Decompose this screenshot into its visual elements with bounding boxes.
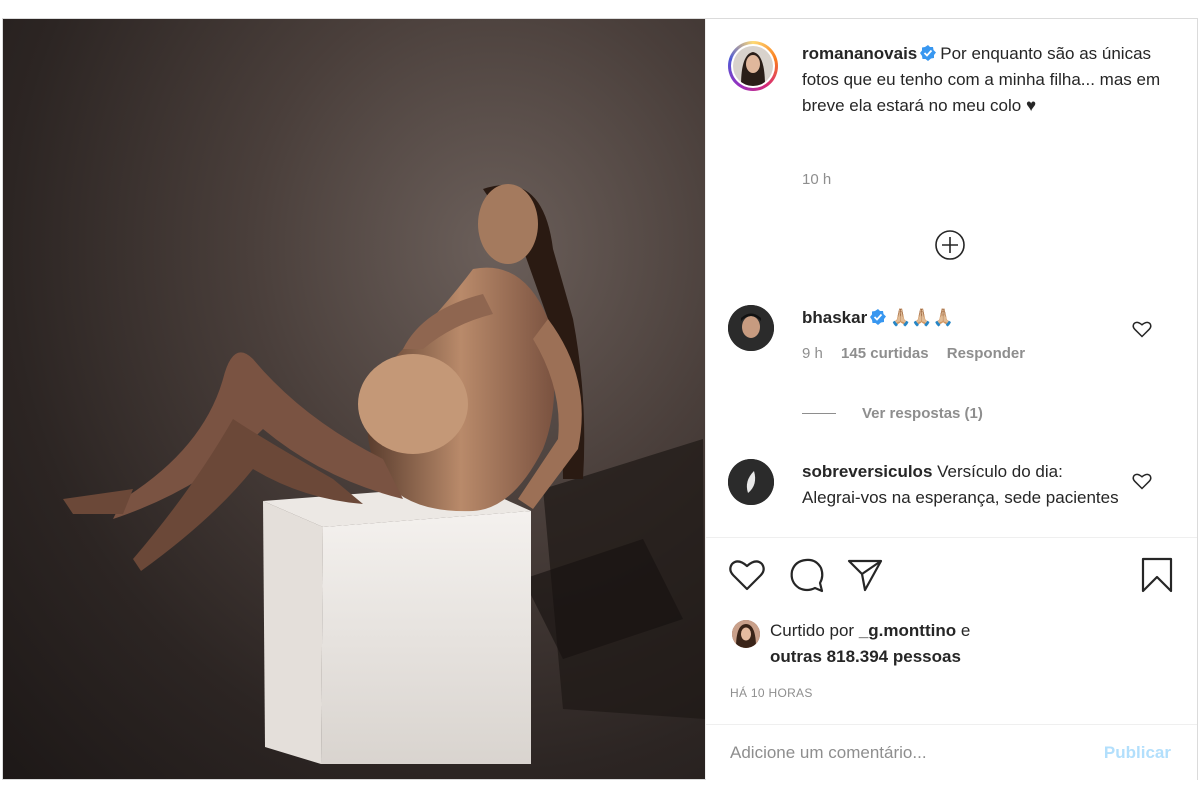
post-timestamp[interactable]: HÁ 10 HORAS	[730, 686, 813, 700]
liked-conj: e	[960, 621, 971, 640]
liker-username[interactable]: _g.monttino	[859, 621, 956, 640]
instagram-post: romananovais Por enquanto são as únicas f…	[2, 18, 1198, 780]
like-comment-heart-icon[interactable]	[1132, 471, 1152, 491]
liked-others[interactable]: outras 818.394 pessoas	[770, 647, 961, 666]
avatar-photo	[733, 46, 773, 86]
verified-badge-icon	[920, 45, 937, 61]
comment-meta: 9 h 145 curtidas Responder	[802, 341, 1122, 367]
comment-body: bhaskar 🙏🏼🙏🏼🙏🏼 9 h 145 curtidas Responder	[802, 305, 1122, 367]
replies-divider	[802, 413, 836, 414]
add-comment-bar: Adicione um comentário... Publicar	[706, 724, 1197, 781]
author-avatar[interactable]	[728, 41, 778, 91]
view-replies-button[interactable]: Ver respostas (1)	[802, 405, 983, 422]
commenter-avatar[interactable]	[728, 459, 774, 505]
comment-body: sobreversiculos Versículo do dia: Alegra…	[802, 459, 1122, 517]
reply-button[interactable]: Responder	[947, 345, 1025, 362]
post-sidebar: romananovais Por enquanto são as únicas f…	[705, 19, 1197, 780]
post-actions: Curtido por _g.monttino e outras 818.394…	[706, 537, 1197, 780]
like-comment-heart-icon[interactable]	[1132, 319, 1152, 339]
caption-time[interactable]: 10 h	[802, 171, 831, 188]
load-more-comments-icon[interactable]	[934, 229, 966, 261]
liked-text: Curtido por _g.monttino e outras 818.394…	[770, 618, 970, 670]
comment-likes[interactable]: 145 curtidas	[841, 345, 929, 362]
verified-badge-icon	[870, 309, 887, 325]
post-photo[interactable]	[3, 19, 705, 779]
commenter-username[interactable]: bhaskar	[802, 308, 867, 327]
share-send-icon[interactable]	[846, 556, 884, 594]
view-replies-label: Ver respostas (1)	[862, 405, 983, 422]
like-heart-icon[interactable]	[728, 556, 766, 594]
comment-input[interactable]: Adicione um comentário...	[730, 743, 1104, 763]
comment-text: 🙏🏼🙏🏼🙏🏼	[890, 308, 954, 327]
maternity-photo-illustration	[63, 184, 705, 764]
commenter-avatar[interactable]	[728, 305, 774, 351]
liker-avatar[interactable]	[732, 620, 760, 648]
comment-time[interactable]: 9 h	[802, 345, 823, 362]
comment-item: sobreversiculos Versículo do dia: Alegra…	[728, 459, 1178, 517]
liked-by: Curtido por _g.monttino e outras 818.394…	[732, 618, 970, 670]
comments-fade	[706, 517, 1197, 537]
comment-bubble-icon[interactable]	[788, 556, 826, 594]
commenter-username[interactable]: sobreversiculos	[802, 462, 932, 481]
liked-prefix: Curtido por	[770, 621, 855, 640]
save-bookmark-icon[interactable]	[1138, 556, 1176, 594]
comment-item: bhaskar 🙏🏼🙏🏼🙏🏼 9 h 145 curtidas Responder	[728, 305, 1178, 367]
publish-button[interactable]: Publicar	[1104, 743, 1171, 763]
author-username[interactable]: romananovais	[802, 44, 917, 63]
caption-text-block: romananovais Por enquanto são as únicas f…	[802, 41, 1177, 119]
post-caption: romananovais Por enquanto são as únicas f…	[728, 41, 1177, 119]
